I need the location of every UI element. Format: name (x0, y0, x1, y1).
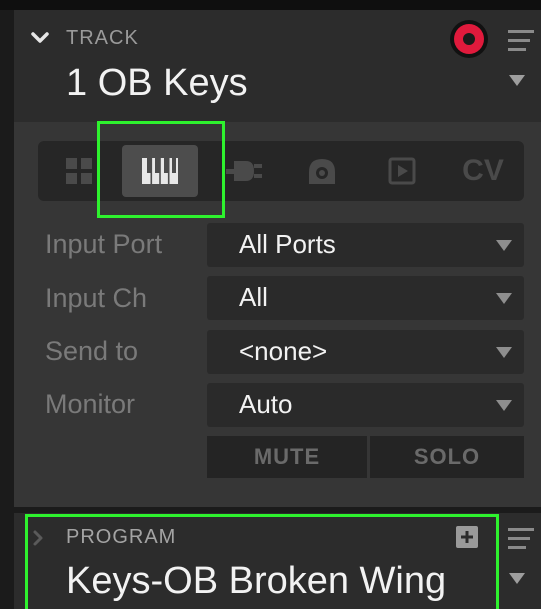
plus-icon (461, 531, 473, 543)
tab-sample[interactable] (372, 141, 432, 201)
mute-button[interactable]: MUTE (207, 436, 367, 478)
input-ch-value: All (239, 282, 268, 312)
tab-grid[interactable] (54, 141, 104, 201)
tab-audio[interactable] (292, 141, 352, 201)
tab-cv[interactable]: CV (450, 141, 516, 201)
program-name-dropdown-icon[interactable] (509, 573, 525, 584)
solo-button[interactable]: SOLO (370, 436, 524, 478)
track-menu-icon[interactable] (508, 30, 534, 52)
top-strip (0, 0, 541, 10)
input-port-select[interactable]: All Ports (207, 223, 524, 267)
chevron-down-icon (496, 240, 512, 251)
program-menu-icon[interactable] (508, 528, 534, 550)
program-section-label: PROGRAM (66, 526, 177, 548)
chevron-down-icon (496, 400, 512, 411)
track-inspector-panel: TRACK 1 OB Keys CV Input Port All Ports … (0, 0, 541, 609)
input-port-label: Input Port (45, 229, 163, 259)
tab-cv-label: CV (462, 154, 504, 187)
track-name[interactable]: 1 OB Keys (66, 62, 248, 105)
track-section-label: TRACK (66, 27, 139, 49)
monitor-value: Auto (239, 389, 293, 419)
speaker-icon (309, 159, 335, 184)
add-program-button[interactable] (456, 526, 478, 548)
chevron-down-icon (496, 293, 512, 304)
tab-plugin[interactable] (214, 141, 274, 201)
input-port-value: All Ports (239, 229, 336, 259)
input-ch-label: Input Ch (45, 283, 148, 313)
track-name-dropdown-icon[interactable] (509, 75, 525, 86)
input-ch-select[interactable]: All (207, 276, 524, 320)
chevron-right-icon[interactable] (30, 528, 46, 548)
frame-icon (388, 157, 416, 185)
send-to-select[interactable]: <none> (207, 330, 524, 374)
chevron-down-icon[interactable] (30, 28, 50, 48)
monitor-select[interactable]: Auto (207, 383, 524, 427)
chevron-down-icon (496, 347, 512, 358)
program-name[interactable]: Keys-OB Broken Wing (66, 560, 446, 603)
tab-midi[interactable] (120, 141, 200, 201)
record-icon (454, 24, 484, 54)
grid-icon (66, 158, 92, 184)
track-tab-bar: CV (38, 141, 524, 201)
send-to-value: <none> (239, 336, 328, 366)
record-arm-button[interactable] (450, 20, 488, 58)
piano-keys-icon (142, 158, 178, 184)
monitor-label: Monitor (45, 389, 136, 419)
send-to-label: Send to (45, 336, 139, 366)
plug-icon (226, 161, 262, 181)
